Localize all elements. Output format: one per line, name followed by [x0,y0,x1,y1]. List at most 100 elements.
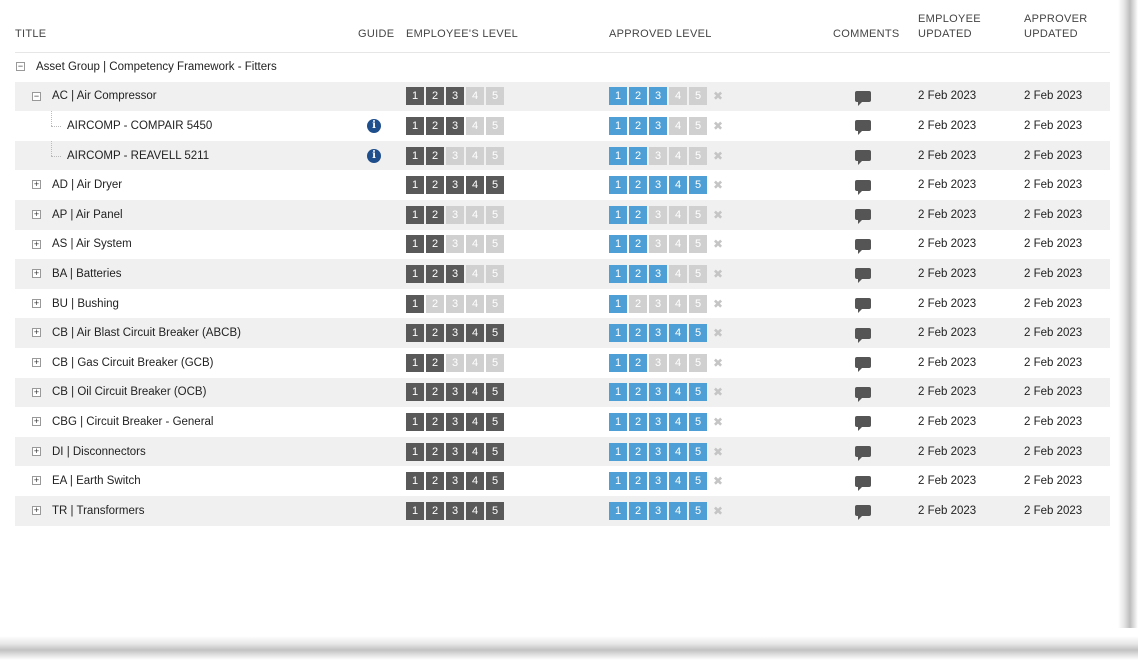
approved-level-3[interactable]: 3 [649,176,667,195]
approved-level-5[interactable]: 5 [689,324,707,343]
employee-level-2[interactable]: 2 [426,442,444,461]
approved-level-3[interactable]: 3 [649,501,667,520]
employee-level-2[interactable]: 2 [426,205,444,224]
approved-level-3[interactable]: 3 [649,294,667,313]
table-row[interactable]: + BU | Bushing 1 2 3 4 5 1 2 3 4 5 ✖ 2 Feb 2023 2 Feb … [15,289,1110,319]
employee-level-4[interactable]: 4 [466,235,484,254]
employee-level-1[interactable]: 1 [406,501,424,520]
expand-toggle-icon[interactable]: + [32,239,41,249]
table-row[interactable]: + DI | Disconnectors 1 2 3 4 5 1 2 3 4 5 ✖ 2 Feb 2023… [15,436,1110,467]
table-row[interactable]: + BA | Batteries 1 2 3 4 5 1 2 3 4 5 ✖ 2 Feb 2023 2 Fe… [15,259,1110,289]
employee-level-4[interactable]: 4 [466,176,484,195]
approved-level-1[interactable]: 1 [609,116,627,135]
table-row[interactable]: + AP | Air Panel 1 2 3 4 5 1 2 3 4 5 ✖ 2 Feb 2023 2 Fe… [15,199,1110,230]
comment-icon[interactable] [855,238,871,254]
approved-level-2[interactable]: 2 [629,383,647,402]
approved-level-1[interactable]: 1 [609,235,627,254]
approved-level-1[interactable]: 1 [609,324,627,343]
employee-level-2[interactable]: 2 [426,294,444,313]
clear-approval-icon[interactable]: ✖ [713,383,723,401]
clear-approval-icon[interactable]: ✖ [713,502,723,520]
approved-level-4[interactable]: 4 [669,294,687,313]
employee-level-5[interactable]: 5 [486,412,504,431]
comment-icon[interactable] [855,150,871,166]
approved-level-4[interactable]: 4 [669,176,687,195]
comment-icon[interactable] [855,268,871,284]
approved-level-1[interactable]: 1 [609,442,627,461]
employee-level-3[interactable]: 3 [446,176,464,195]
comment-icon[interactable] [855,90,871,106]
employee-level-5[interactable]: 5 [486,116,504,135]
collapse-toggle-icon[interactable]: − [32,91,41,101]
approved-level-4[interactable]: 4 [669,442,687,461]
employee-level-3[interactable]: 3 [446,205,464,224]
employee-level-3[interactable]: 3 [446,235,464,254]
approved-level-5[interactable]: 5 [689,235,707,254]
approved-level-4[interactable]: 4 [669,235,687,254]
table-row[interactable]: + EA | Earth Switch 1 2 3 4 5 1 2 3 4 5 ✖ 2 Feb 2023 2… [15,466,1110,496]
approved-level-4[interactable]: 4 [669,146,687,165]
approved-level-5[interactable]: 5 [689,264,707,283]
approved-level-1[interactable]: 1 [609,264,627,283]
clear-approval-icon[interactable]: ✖ [713,117,723,135]
approved-level-2[interactable]: 2 [629,294,647,313]
clear-approval-icon[interactable]: ✖ [713,354,723,372]
employee-level-3[interactable]: 3 [446,383,464,402]
employee-level-4[interactable]: 4 [466,353,484,372]
employee-level-2[interactable]: 2 [426,87,444,106]
employee-level-1[interactable]: 1 [406,235,424,254]
employee-level-4[interactable]: 4 [466,472,484,491]
employee-level-5[interactable]: 5 [486,472,504,491]
approved-level-4[interactable]: 4 [669,501,687,520]
comment-icon[interactable] [855,505,871,521]
employee-level-5[interactable]: 5 [486,294,504,313]
approved-level-3[interactable]: 3 [649,205,667,224]
table-row[interactable]: + AD | Air Dryer 1 2 3 4 5 1 2 3 4 5 ✖ 2 Feb 2023 2 Fe… [15,170,1110,200]
employee-level-2[interactable]: 2 [426,501,444,520]
table-row[interactable]: + CB | Gas Circuit Breaker (GCB) 1 2 3 4 5 1 2 3 4… [15,348,1110,378]
employee-level-5[interactable]: 5 [486,442,504,461]
row-title[interactable]: BA | Batteries [52,259,121,289]
approved-level-3[interactable]: 3 [649,87,667,106]
approved-level-5[interactable]: 5 [689,383,707,402]
clear-approval-icon[interactable]: ✖ [713,295,723,313]
employee-level-1[interactable]: 1 [406,205,424,224]
approved-level-1[interactable]: 1 [609,176,627,195]
approved-level-5[interactable]: 5 [689,205,707,224]
approved-level-4[interactable]: 4 [669,324,687,343]
row-title[interactable]: AIRCOMP - REAVELL 5211 [67,141,209,171]
expand-toggle-icon[interactable]: + [32,269,41,279]
employee-level-1[interactable]: 1 [406,116,424,135]
employee-level-2[interactable]: 2 [426,146,444,165]
employee-level-3[interactable]: 3 [446,442,464,461]
approved-level-4[interactable]: 4 [669,383,687,402]
employee-level-2[interactable]: 2 [426,176,444,195]
employee-level-5[interactable]: 5 [486,87,504,106]
employee-level-3[interactable]: 3 [446,116,464,135]
approved-level-3[interactable]: 3 [649,116,667,135]
employee-level-1[interactable]: 1 [406,442,424,461]
table-row[interactable]: + CB | Air Blast Circuit Breaker (ABCB) 1 2… [15,318,1110,348]
clear-approval-icon[interactable]: ✖ [713,206,723,224]
approved-level-2[interactable]: 2 [629,87,647,106]
expand-toggle-icon[interactable]: + [32,357,41,367]
expand-toggle-icon[interactable]: + [32,505,41,515]
row-title[interactable]: CB | Gas Circuit Breaker (GCB) [52,348,213,378]
approved-level-1[interactable]: 1 [609,294,627,313]
comment-icon[interactable] [855,209,871,225]
info-icon[interactable]: i [367,148,381,163]
employee-level-1[interactable]: 1 [406,87,424,106]
row-title[interactable]: BU | Bushing [52,289,119,319]
employee-level-4[interactable]: 4 [466,412,484,431]
approved-level-2[interactable]: 2 [629,146,647,165]
table-row[interactable]: AIRCOMP - REAVELL 5211 i 1 2 3 4 5 1 2 3 4 5 ✖ 2 Feb … [15,140,1110,171]
approved-level-2[interactable]: 2 [629,442,647,461]
employee-level-5[interactable]: 5 [486,176,504,195]
approved-level-1[interactable]: 1 [609,205,627,224]
employee-level-1[interactable]: 1 [406,176,424,195]
approved-level-4[interactable]: 4 [669,353,687,372]
employee-level-1[interactable]: 1 [406,324,424,343]
approved-level-2[interactable]: 2 [629,264,647,283]
employee-level-4[interactable]: 4 [466,294,484,313]
employee-level-4[interactable]: 4 [466,116,484,135]
